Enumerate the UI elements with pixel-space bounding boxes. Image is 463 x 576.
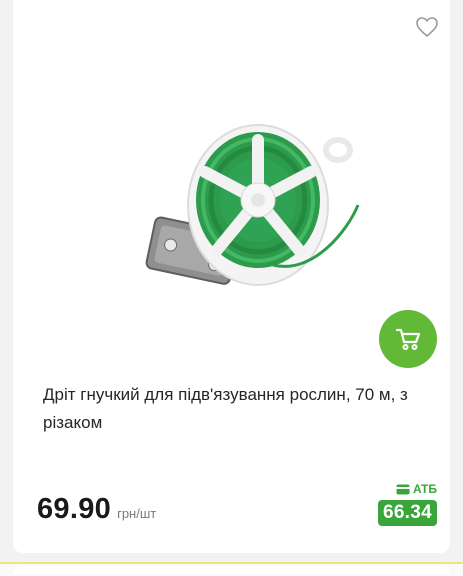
- next-card-edge: [13, 566, 450, 574]
- add-to-cart-button[interactable]: [379, 310, 437, 368]
- product-card[interactable]: Дріт гнучкий для підв'язування рослин, 7…: [13, 0, 450, 553]
- card-icon: [396, 484, 410, 494]
- cart-icon: [395, 328, 421, 350]
- atb-card-price: АТБ 66.34: [377, 482, 437, 526]
- product-title[interactable]: Дріт гнучкий для підв'язування рослин, 7…: [43, 381, 433, 437]
- atb-price-value: 66.34: [377, 500, 437, 526]
- atb-label: АТБ: [396, 482, 437, 496]
- price-unit: грн/шт: [117, 506, 157, 521]
- product-image[interactable]: [123, 110, 373, 310]
- atb-label-text: АТБ: [412, 482, 437, 496]
- price-value: 69.90: [37, 493, 112, 525]
- price: 69.90 грн/шт: [37, 493, 156, 526]
- favorite-button[interactable]: [415, 16, 439, 38]
- heart-icon: [416, 17, 438, 37]
